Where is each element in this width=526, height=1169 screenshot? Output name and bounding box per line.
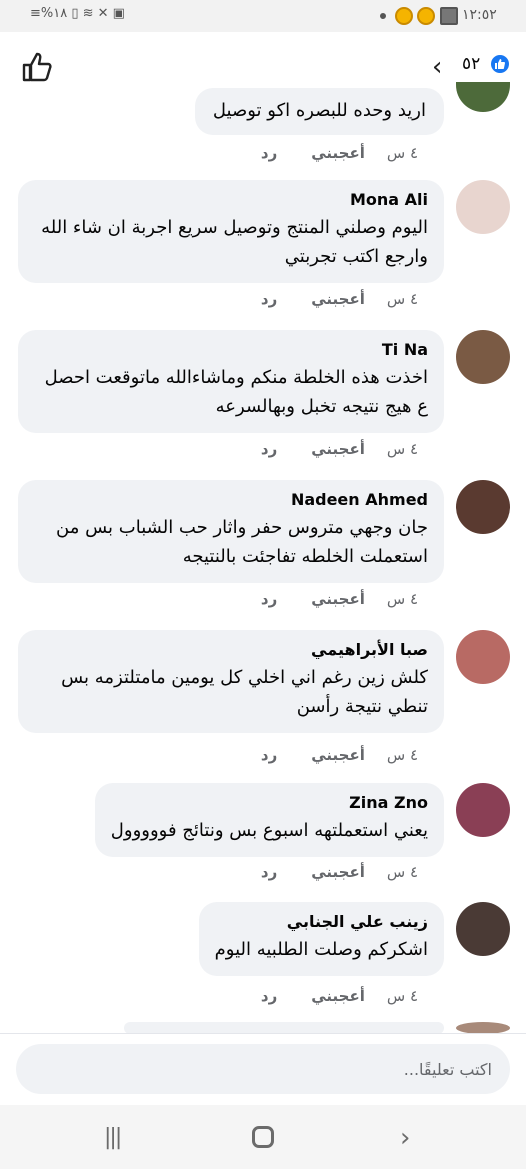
comment-author[interactable]: زينب علي الجنابي	[215, 912, 428, 931]
status-bar: ≡%١٨ ▯ ≋ ✕ ▣ ١٢:٥٢	[0, 0, 526, 32]
app-notification-icon	[417, 7, 435, 25]
reply-button[interactable]: رد	[261, 863, 277, 881]
reply-button[interactable]: رد	[261, 440, 277, 458]
comment-author[interactable]: Ti Na	[34, 340, 428, 359]
like-button[interactable]: أعجبني	[311, 440, 365, 458]
comment-text: اشكركم وصلت الطلبيه اليوم	[214, 939, 428, 960]
notification-dot-icon	[380, 13, 386, 19]
comment-time: ٤ س	[386, 863, 418, 881]
comment-author[interactable]: صبا الأبراهيمي	[34, 640, 428, 659]
like-button[interactable]: أعجبني	[311, 987, 365, 1005]
reaction-count[interactable]: ٥٢	[462, 54, 480, 74]
comment-time: ٤ س	[386, 590, 418, 608]
status-indicators: ≡%١٨ ▯ ≋ ✕ ▣	[30, 6, 125, 21]
like-button[interactable]: أعجبني	[311, 144, 365, 162]
avatar[interactable]	[456, 82, 510, 112]
comment-time: ٤ س	[386, 440, 418, 458]
reply-button[interactable]: رد	[261, 987, 277, 1005]
like-button[interactable]: أعجبني	[311, 746, 365, 764]
comment-text: اخذت هذه الخلطة منكم وماشاءالله ماتوقعت …	[44, 367, 428, 417]
comment-time: ٤ س	[386, 746, 418, 764]
comment-author[interactable]: Nadeen Ahmed	[34, 490, 428, 509]
comment-author[interactable]: Zina Zno	[111, 793, 428, 812]
comment-time: ٤ س	[386, 987, 418, 1005]
comment-time: ٤ س	[386, 290, 418, 308]
comment-time: ٤ س	[386, 144, 418, 162]
gallery-notification-icon	[440, 7, 458, 25]
comment-bubble: Zina Zno يعني استعملتهه اسبوع بس ونتائج …	[94, 783, 444, 857]
like-reaction-icon	[489, 53, 511, 75]
avatar[interactable]	[456, 630, 510, 684]
avatar[interactable]	[456, 180, 510, 234]
reply-button[interactable]: رد	[261, 290, 277, 308]
recents-icon[interactable]: |||	[104, 1125, 122, 1150]
like-button[interactable]: أعجبني	[311, 863, 365, 881]
avatar[interactable]	[456, 330, 510, 384]
comment-author[interactable]: Mona Ali	[34, 190, 428, 209]
comment-actions: ٤ س أعجبني رد	[261, 144, 418, 162]
reply-button[interactable]: رد	[261, 144, 277, 162]
comment-composer	[0, 1033, 526, 1105]
avatar[interactable]	[456, 902, 510, 956]
home-icon[interactable]	[252, 1126, 274, 1148]
comment-text: اليوم وصلني المنتج وتوصيل سريع اجربة ان …	[41, 217, 428, 267]
back-chevron-icon[interactable]: ‹	[432, 52, 442, 82]
system-nav-bar: ||| ›	[0, 1105, 526, 1169]
comment-actions: ٤ س أعجبني رد	[261, 746, 418, 764]
comment-actions: ٤ س أعجبني رد	[261, 290, 418, 308]
like-button[interactable]: أعجبني	[311, 290, 365, 308]
comment-bubble: زينب علي الجنابي اشكركم وصلت الطلبيه الي…	[198, 902, 444, 976]
comment-bubble: Mona Ali اليوم وصلني المنتج وتوصيل سريع …	[18, 180, 444, 283]
comment-bubble: Nadeen Ahmed جان وجهي متروس حفر واثار حب…	[18, 480, 444, 583]
avatar[interactable]	[456, 783, 510, 837]
reply-button[interactable]: رد	[261, 746, 277, 764]
comment-actions: ٤ س أعجبني رد	[261, 863, 418, 881]
comment-bubble: صبا الأبراهيمي كلش زين رغم اني اخلي كل ي…	[18, 630, 444, 733]
comment-text: جان وجهي متروس حفر واثار حب الشباب بس من…	[56, 517, 428, 567]
comment-bubble: Ti Na اخذت هذه الخلطة منكم وماشاءالله ما…	[18, 330, 444, 433]
comment-text: يعني استعملتهه اسبوع بس ونتائج فووووول	[110, 820, 428, 841]
comment-bubble: اريد وحده للبصره اكو توصيل	[194, 88, 444, 135]
comment-actions: ٤ س أعجبني رد	[261, 440, 418, 458]
back-chevron-icon[interactable]: ›	[400, 1123, 410, 1153]
comment-input[interactable]	[16, 1044, 510, 1094]
comment-text: كلش زين رغم اني اخلي كل يومين مامتلتزمه …	[61, 667, 428, 717]
comment-actions: ٤ س أعجبني رد	[261, 590, 418, 608]
avatar[interactable]	[456, 480, 510, 534]
app-notification-icon	[395, 7, 413, 25]
reply-button[interactable]: رد	[261, 590, 277, 608]
thumbs-up-icon[interactable]	[20, 50, 54, 84]
comment-text: اريد وحده للبصره اكو توصيل	[212, 100, 426, 121]
status-time: ١٢:٥٢	[462, 7, 497, 23]
like-button[interactable]: أعجبني	[311, 590, 365, 608]
comment-actions: ٤ س أعجبني رد	[261, 987, 418, 1005]
